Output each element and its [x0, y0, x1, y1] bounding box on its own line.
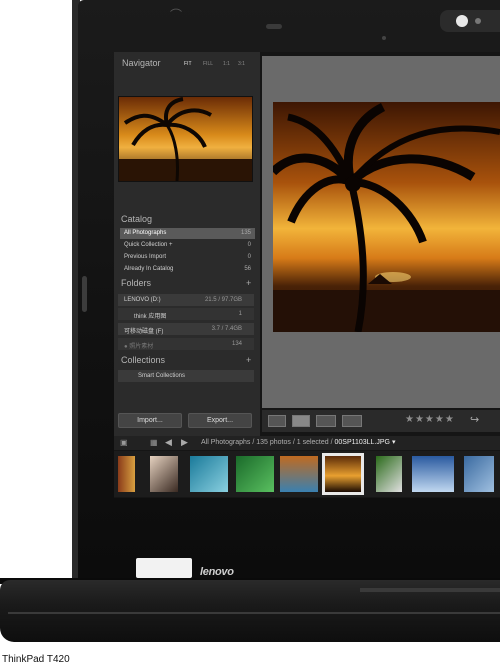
secondary-window-icon[interactable]: ▣	[120, 438, 128, 447]
folder-item-lenovo-d[interactable]: LENOVO (D:) 21.5 / 97.7GB	[118, 294, 254, 306]
navigator-title[interactable]: Navigator	[122, 58, 161, 68]
compare-view-icon[interactable]	[316, 415, 336, 427]
collections-title[interactable]: Collections	[121, 355, 165, 365]
camera-led-icon	[475, 18, 481, 24]
grid-view-icon[interactable]	[268, 415, 286, 427]
folder-item-think[interactable]: think 应用图 1	[118, 308, 254, 320]
base-edge-line	[8, 612, 500, 614]
folder-item-count: 21.5 / 97.7GB	[204, 297, 242, 303]
filmstrip-selected-file[interactable]: 00SP1103LL.JPG ▾	[334, 439, 395, 446]
export-button[interactable]: Export...	[188, 413, 252, 428]
zoom-3-1-option[interactable]: 3:1	[238, 61, 245, 67]
loupe-view-icon[interactable]	[292, 415, 310, 427]
filmstrip-thumb[interactable]	[280, 456, 318, 492]
zoom-1-1-option[interactable]: 1:1	[223, 61, 230, 67]
folder-item-label: LENOVO (D:)	[124, 297, 161, 303]
back-arrow-icon[interactable]: ◀	[165, 437, 172, 448]
add-folder-icon[interactable]: +	[246, 278, 251, 288]
folders-title[interactable]: Folders	[121, 278, 151, 288]
add-collection-icon[interactable]: +	[246, 355, 251, 365]
catalog-item-quick-collection[interactable]: Quick Collection + 0	[120, 240, 255, 251]
base-vent	[360, 588, 500, 592]
filmstrip-thumb[interactable]	[118, 456, 135, 492]
catalog-title[interactable]: Catalog	[121, 214, 152, 224]
filmstrip-thumb[interactable]	[190, 456, 228, 492]
catalog-item-label: All Photographs	[124, 230, 167, 236]
filmstrip-thumb[interactable]	[376, 456, 402, 492]
folder-item-count: 134	[231, 341, 242, 347]
lid-tab	[136, 558, 192, 578]
import-button[interactable]: Import...	[118, 413, 182, 428]
folder-item-count: 1	[238, 311, 242, 317]
rating-stars[interactable]: ★★★★★	[405, 414, 455, 425]
model-label: ThinkPad T420	[2, 654, 70, 665]
collection-item-label: Smart Collections	[138, 373, 186, 379]
collection-item-smart[interactable]: Smart Collections	[118, 370, 254, 382]
webcam-icon	[456, 15, 468, 27]
filmstrip-path: All Photographs / 135 photos / 1 selecte…	[201, 439, 333, 446]
catalog-item-label: Already In Catalog	[124, 266, 174, 272]
filmstrip-source[interactable]: All Photographs / 135 photos / 1 selecte…	[201, 438, 395, 446]
folder-item-label: think 应用图	[134, 314, 167, 320]
catalog-item-count: 0	[247, 242, 251, 248]
filmstrip-thumb[interactable]	[236, 456, 274, 492]
folder-item-removable-f[interactable]: 可移动磁盘 (F) 3.7 / 7.4GB	[118, 323, 254, 335]
filmstrip-thumb[interactable]	[412, 456, 454, 492]
zoom-fit-option[interactable]: FIT	[184, 61, 192, 67]
lid-latch	[266, 24, 282, 29]
catalog-item-count: 0	[247, 254, 251, 260]
folder-item-label: 可移动磁盘 (F)	[124, 329, 164, 335]
survey-view-icon[interactable]	[342, 415, 362, 427]
filmstrip-thumb[interactable]	[464, 456, 494, 492]
camera-housing	[440, 10, 500, 32]
folder-item-label: ● 照片素材	[124, 344, 154, 350]
microphone-icon	[382, 36, 386, 40]
filmstrip-thumb[interactable]	[150, 456, 178, 492]
zoom-fill-option[interactable]: FILL	[203, 61, 213, 67]
catalog-item-already-in-catalog[interactable]: Already In Catalog 56	[120, 264, 255, 275]
catalog-item-count: 135	[240, 230, 251, 236]
side-indicator	[82, 276, 87, 312]
catalog-item-label: Quick Collection +	[124, 242, 173, 248]
bezel-indicator-icon: ⌒	[170, 8, 183, 22]
lenovo-logo: lenovo	[200, 566, 234, 578]
filmstrip-thumb-selected[interactable]	[325, 456, 361, 492]
catalog-item-count: 56	[244, 266, 251, 272]
main-photo[interactable]	[273, 102, 500, 332]
rotate-icon[interactable]: ↪	[470, 413, 479, 426]
catalog-item-label: Previous Import	[124, 254, 167, 260]
folder-item-photos[interactable]: ● 照片素材 134	[118, 338, 254, 350]
navigator-preview[interactable]	[118, 96, 253, 182]
catalog-item-all-photographs[interactable]: All Photographs 135	[120, 228, 255, 239]
grid-icon[interactable]: ▦	[150, 438, 158, 447]
catalog-item-previous-import[interactable]: Previous Import 0	[120, 252, 255, 263]
folder-item-count: 3.7 / 7.4GB	[211, 326, 242, 332]
forward-arrow-icon[interactable]: ▶	[181, 437, 188, 448]
